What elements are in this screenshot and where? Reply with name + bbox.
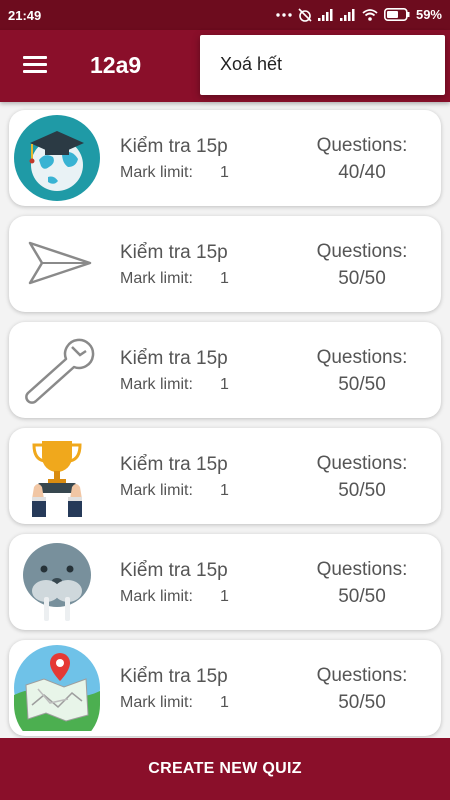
questions-label: Questions: — [316, 347, 408, 368]
mark-limit-value: 1 — [220, 588, 229, 605]
quiz-card[interactable]: Kiểm tra 15p Mark limit: 1 Questions: 50… — [9, 534, 441, 630]
trophy-icon — [14, 433, 100, 519]
questions-count: 50/50 — [338, 692, 386, 713]
signal-icon — [317, 8, 334, 21]
quiz-title: Kiểm tra 15p — [120, 242, 228, 263]
quiz-title: Kiểm tra 15p — [120, 348, 228, 369]
menu-item-delete-all[interactable]: Xoá hết — [220, 54, 282, 75]
paper-plane-icon — [14, 221, 100, 307]
more-dots-icon — [276, 12, 292, 18]
battery-icon — [383, 8, 410, 21]
mark-limit-label: Mark limit: — [120, 694, 193, 711]
status-time: 21:49 — [8, 8, 42, 23]
mark-limit-label: Mark limit: — [120, 270, 193, 287]
graduation-globe-icon — [14, 115, 100, 201]
battery-percent: 59% — [415, 7, 442, 22]
quiz-list: Kiểm tra 15p Mark limit: 1 Questions: 40… — [0, 102, 450, 738]
questions-count: 50/50 — [338, 586, 386, 607]
page-title: 12a9 — [90, 52, 142, 78]
signal-icon-2 — [339, 8, 356, 21]
quiz-card[interactable]: Kiểm tra 15p Mark limit: 1 Questions: 50… — [9, 216, 441, 312]
quiz-card[interactable]: Kiểm tra 15p Mark limit: 1 Questions: 50… — [9, 428, 441, 524]
quiz-title: Kiểm tra 15p — [120, 136, 228, 157]
mark-limit-value: 1 — [220, 270, 229, 287]
quiz-card[interactable]: Kiểm tra 15p Mark limit: 1 Questions: 50… — [9, 640, 441, 736]
status-icons: 59% — [276, 7, 442, 22]
mark-limit-label: Mark limit: — [120, 482, 193, 499]
questions-label: Questions: — [316, 453, 408, 474]
mark-limit-label: Mark limit: — [120, 164, 193, 181]
questions-count: 40/40 — [338, 162, 386, 183]
create-new-quiz-button[interactable]: CREATE NEW QUIZ — [0, 738, 450, 800]
status-bar: 21:49 59% — [0, 0, 450, 30]
wifi-icon — [362, 8, 378, 21]
questions-count: 50/50 — [338, 374, 386, 395]
hamburger-menu-icon[interactable] — [20, 52, 50, 80]
quiz-title: Kiểm tra 15p — [120, 666, 228, 687]
wrench-icon — [14, 327, 100, 413]
questions-label: Questions: — [316, 241, 408, 262]
quiz-title: Kiểm tra 15p — [120, 560, 228, 581]
quiz-card[interactable]: Kiểm tra 15p Mark limit: 1 Questions: 40… — [9, 110, 441, 206]
questions-label: Questions: — [316, 135, 408, 156]
quiz-title: Kiểm tra 15p — [120, 454, 228, 475]
map-pin-icon — [14, 645, 100, 731]
alarm-off-icon — [298, 7, 312, 22]
questions-count: 50/50 — [338, 480, 386, 501]
mark-limit-value: 1 — [220, 376, 229, 393]
mark-limit-label: Mark limit: — [120, 588, 193, 605]
mark-limit-value: 1 — [220, 482, 229, 499]
questions-count: 50/50 — [338, 268, 386, 289]
questions-label: Questions: — [316, 665, 408, 686]
mark-limit-label: Mark limit: — [120, 376, 193, 393]
walrus-icon — [14, 539, 100, 625]
overflow-menu: Xoá hết — [200, 35, 445, 95]
questions-label: Questions: — [316, 559, 408, 580]
mark-limit-value: 1 — [220, 694, 229, 711]
mark-limit-value: 1 — [220, 164, 229, 181]
quiz-card[interactable]: Kiểm tra 15p Mark limit: 1 Questions: 50… — [9, 322, 441, 418]
